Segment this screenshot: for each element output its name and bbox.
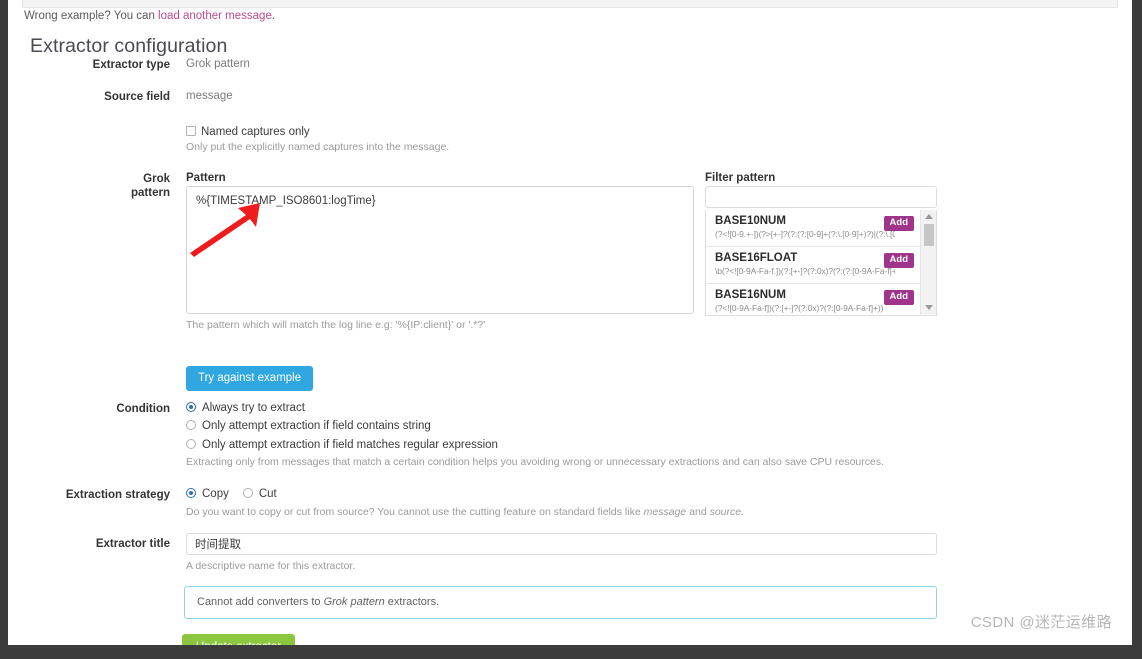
radio-icon — [186, 488, 196, 498]
page-content: Wrong example? You can load another mess… — [8, 0, 1132, 646]
filter-pattern-list[interactable]: BASE10NUM (?<![0-9.+-])(?>[+-]?(?:(?:[0-… — [705, 210, 937, 316]
csdn-watermark: CSDN @迷茫运维路 — [970, 614, 1112, 631]
extraction-strategy-label: Extraction strategy — [65, 489, 170, 501]
browser-left-edge — [0, 0, 8, 659]
help-suffix: . — [741, 506, 745, 518]
extraction-strategy-option-label: Copy — [202, 488, 229, 500]
panel-top-edge — [22, 0, 1118, 8]
add-pattern-button[interactable]: Add — [883, 290, 914, 305]
help-em-message: message — [643, 506, 687, 518]
extractor-type-label: Extractor type — [92, 59, 170, 71]
alert-suffix: extractors. — [384, 596, 440, 608]
browser-right-edge — [1132, 0, 1142, 659]
pattern-regex: \b(?<![0-9A-Fa-f.])(?:[+-]?(?:0x)?(?:(?:… — [715, 266, 895, 276]
named-captures-checkbox[interactable]: Named captures only — [186, 124, 310, 138]
radio-icon — [186, 439, 196, 449]
source-field-label: Source field — [104, 91, 170, 103]
extraction-strategy-option-copy[interactable]: Copy — [186, 488, 229, 500]
condition-option-contains[interactable]: Only attempt extraction if field contain… — [186, 420, 431, 432]
named-captures-label: Named captures only — [201, 126, 310, 138]
radio-icon — [186, 402, 196, 412]
extraction-strategy-option-label: Cut — [258, 488, 277, 500]
extractor-title-label: Extractor title — [95, 538, 170, 550]
grok-pattern-label-line2: pattern — [131, 187, 170, 199]
try-against-example-button[interactable]: Try against example — [186, 366, 314, 391]
scroll-up-icon[interactable] — [925, 214, 933, 219]
extractor-title-input[interactable] — [186, 533, 937, 555]
extractor-title-help: A descriptive name for this extractor. — [186, 560, 356, 572]
pattern-textarea[interactable] — [186, 186, 694, 314]
grok-pattern-label: Grok pattern — [8, 172, 170, 200]
filter-pattern-list-scroll: BASE10NUM (?<![0-9.+-])(?>[+-]?(?:(?:[0-… — [706, 210, 920, 315]
list-item[interactable]: BASE10NUM (?<![0-9.+-])(?>[+-]?(?:(?:[0-… — [706, 210, 920, 247]
alert-em: Grok pattern — [323, 596, 385, 608]
condition-option-label: Only attempt extraction if field contain… — [202, 420, 431, 432]
condition-option-label: Always try to extract — [202, 402, 305, 414]
radio-icon — [242, 488, 253, 498]
pattern-name: BASE16FLOAT — [715, 252, 798, 264]
extraction-strategy-help: Do you want to copy or cut from source? … — [186, 505, 744, 519]
pattern-heading: Pattern — [186, 172, 226, 184]
browser-bottom-edge — [0, 645, 1142, 659]
pattern-name: BASE16NUM — [715, 289, 786, 301]
wrong-example-suffix: . — [271, 10, 276, 22]
pattern-regex: (?<![0-9.+-])(?>[+-]?(?:(?:[0-9]+(?:\.[0… — [715, 229, 895, 239]
add-pattern-button[interactable]: Add — [883, 253, 914, 268]
pattern-name: BASE10NUM — [715, 215, 786, 227]
extraction-strategy-options: Copy Cut — [186, 488, 277, 500]
pattern-help-text: The pattern which will match the log lin… — [186, 319, 486, 331]
checkbox-box-icon — [186, 126, 196, 136]
radio-icon — [186, 420, 196, 430]
wrong-example-notice: Wrong example? You can load another mess… — [24, 10, 275, 22]
grok-pattern-label-line1: Grok — [143, 173, 170, 185]
wrong-example-prefix: Wrong example? You can — [24, 10, 159, 22]
help-em-source: source — [709, 506, 742, 518]
pattern-regex: (?<![0-9A-Fa-f])(?:[+-]?(?:0x)?(?:[0-9A-… — [715, 303, 884, 313]
scrollbar-thumb[interactable] — [924, 224, 934, 246]
scroll-down-icon[interactable] — [925, 305, 933, 310]
help-mid: and — [686, 506, 710, 518]
condition-label: Condition — [116, 403, 170, 415]
list-item[interactable]: BASE16NUM (?<![0-9A-Fa-f])(?:[+-]?(?:0x)… — [706, 284, 920, 315]
condition-option-label: Only attempt extraction if field matches… — [202, 439, 498, 451]
named-captures-help: Only put the explicitly named captures i… — [186, 141, 450, 153]
alert-prefix: Cannot add converters to — [197, 596, 324, 608]
converter-alert: Cannot add converters to Grok pattern ex… — [184, 586, 937, 619]
filter-pattern-heading: Filter pattern — [705, 172, 776, 184]
condition-option-always[interactable]: Always try to extract — [186, 402, 305, 414]
extractor-type-value: Grok pattern — [186, 58, 250, 70]
load-another-message-link[interactable]: load another message — [158, 10, 272, 22]
filter-pattern-input[interactable] — [705, 186, 937, 208]
list-item[interactable]: BASE16FLOAT \b(?<![0-9A-Fa-f.])(?:[+-]?(… — [706, 247, 920, 284]
extraction-strategy-option-cut[interactable]: Cut — [242, 488, 277, 500]
help-prefix: Do you want to copy or cut from source? … — [186, 506, 644, 518]
filter-list-scrollbar[interactable] — [920, 210, 936, 314]
add-pattern-button[interactable]: Add — [883, 216, 914, 231]
condition-option-regex[interactable]: Only attempt extraction if field matches… — [186, 439, 498, 451]
page-title: Extractor configuration — [30, 35, 228, 57]
condition-help: Extracting only from messages that match… — [186, 456, 885, 468]
source-field-value: message — [186, 90, 233, 102]
